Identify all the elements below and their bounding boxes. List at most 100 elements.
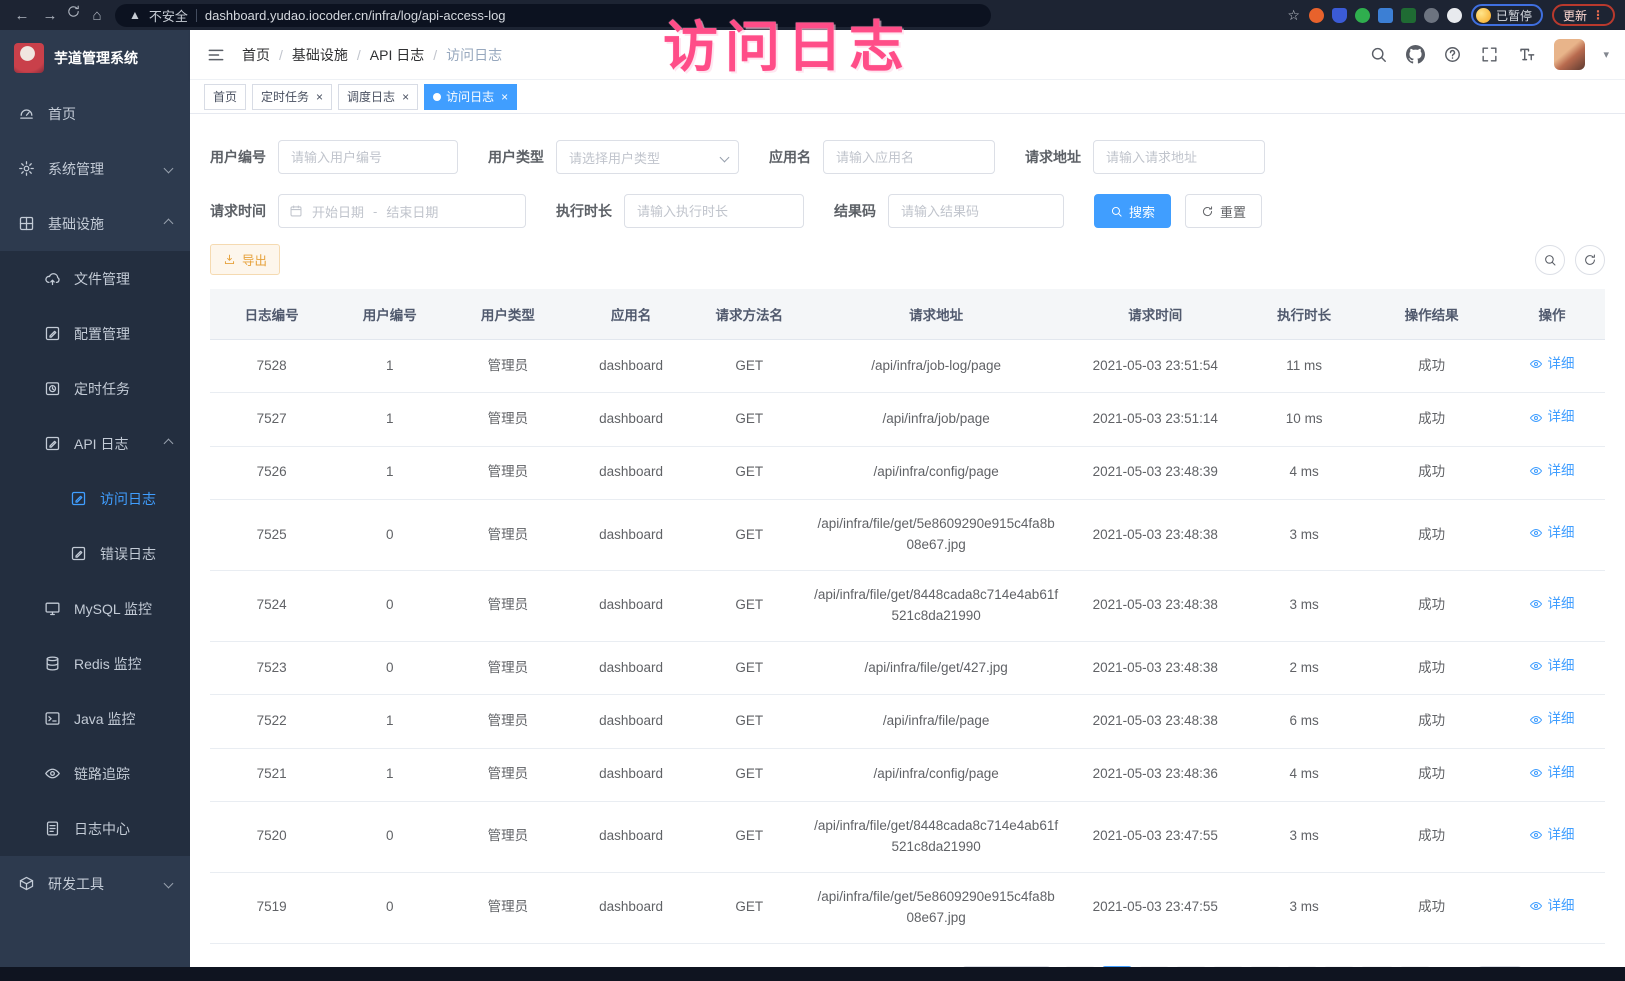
github-icon[interactable]: [1406, 45, 1425, 64]
detail-link[interactable]: 详细: [1529, 709, 1574, 730]
detail-link[interactable]: 详细: [1529, 896, 1574, 917]
breadcrumb-item[interactable]: 首页: [242, 45, 270, 65]
extension-pinwheel-icon[interactable]: [1447, 8, 1462, 23]
detail-link[interactable]: 详细: [1529, 407, 1574, 428]
page-button[interactable]: 4: [1213, 966, 1243, 967]
page-button[interactable]: 753: [1361, 966, 1393, 967]
page-button[interactable]: 5: [1250, 966, 1280, 967]
breadcrumb-item[interactable]: API 日志: [370, 45, 424, 65]
table-row[interactable]: 75261管理员dashboardGET/api/infra/config/pa…: [210, 446, 1605, 499]
tab-home[interactable]: 首页: [204, 84, 246, 110]
tab-cron-job[interactable]: 定时任务×: [252, 84, 332, 110]
table-row[interactable]: 75190管理员dashboardGET/api/infra/file/get/…: [210, 872, 1605, 943]
column-header[interactable]: 操作结果: [1364, 289, 1499, 340]
sidebar-item-system-management[interactable]: 系统管理: [0, 141, 190, 196]
paused-extension-chip[interactable]: 已暂停: [1471, 4, 1543, 26]
caret-down-icon[interactable]: ▾: [1603, 48, 1609, 61]
sidebar-logo-row[interactable]: 芋道管理系统: [0, 30, 190, 86]
extension-orange-icon[interactable]: [1309, 8, 1324, 23]
detail-link[interactable]: 详细: [1529, 461, 1574, 482]
column-header[interactable]: 请求方法名: [693, 289, 806, 340]
tab-job-log[interactable]: 调度日志×: [338, 84, 418, 110]
column-header[interactable]: 请求地址: [806, 289, 1067, 340]
detail-link[interactable]: 详细: [1529, 763, 1574, 784]
detail-link[interactable]: 详细: [1529, 656, 1574, 677]
column-header[interactable]: 请求时间: [1066, 289, 1244, 340]
table-row[interactable]: 75221管理员dashboardGET/api/infra/file/page…: [210, 695, 1605, 748]
sidebar-item-infrastructure[interactable]: 基础设施: [0, 196, 190, 251]
extension-person-icon[interactable]: [1424, 8, 1439, 23]
column-header[interactable]: 应用名: [569, 289, 692, 340]
sidebar-item-scheduled-jobs[interactable]: 定时任务: [0, 361, 190, 416]
more-pages-button[interactable]: ···: [1324, 966, 1354, 967]
extension-shield-icon[interactable]: [1332, 8, 1347, 23]
detail-link[interactable]: 详细: [1529, 354, 1574, 375]
bookmark-star-icon[interactable]: ☆: [1287, 7, 1300, 24]
sidebar-item-mysql-monitor[interactable]: MySQL 监控: [0, 581, 190, 636]
sidebar-item-trace[interactable]: 链路追踪: [0, 746, 190, 801]
user-avatar[interactable]: [1554, 39, 1585, 70]
sidebar-item-error-log[interactable]: 错误日志: [0, 526, 190, 581]
goto-page-input[interactable]: [1478, 966, 1522, 967]
prev-page-button[interactable]: [1065, 966, 1095, 967]
home-icon[interactable]: ⌂: [85, 4, 109, 26]
column-header[interactable]: 用户类型: [446, 289, 569, 340]
close-icon[interactable]: ×: [402, 91, 409, 103]
sidebar-item-java-monitor[interactable]: Java 监控: [0, 691, 190, 746]
date-range-picker[interactable]: 开始日期 - 结束日期: [278, 194, 526, 228]
extension-blue-grid-icon[interactable]: [1378, 8, 1393, 23]
page-button[interactable]: 1: [1102, 966, 1132, 967]
table-row[interactable]: 75240管理员dashboardGET/api/infra/file/get/…: [210, 570, 1605, 641]
app-name-input[interactable]: [823, 140, 995, 174]
reload-icon[interactable]: [66, 4, 81, 19]
page-size-select[interactable]: 10条/页: [962, 966, 1051, 967]
sidebar-item-home[interactable]: 首页: [0, 86, 190, 141]
duration-input[interactable]: [624, 194, 804, 228]
sidebar-item-config-management[interactable]: 配置管理: [0, 306, 190, 361]
sidebar-item-log-center[interactable]: 日志中心: [0, 801, 190, 856]
page-button[interactable]: 2: [1139, 966, 1169, 967]
update-button[interactable]: 更新 ⋮: [1552, 4, 1615, 26]
toggle-search-button[interactable]: [1535, 245, 1565, 275]
table-row[interactable]: 75230管理员dashboardGET/api/infra/file/get/…: [210, 641, 1605, 694]
column-header[interactable]: 日志编号: [210, 289, 333, 340]
close-icon[interactable]: ×: [501, 91, 508, 103]
table-row[interactable]: 75250管理员dashboardGET/api/infra/file/get/…: [210, 500, 1605, 571]
page-button[interactable]: 3: [1176, 966, 1206, 967]
breadcrumb-item[interactable]: 基础设施: [292, 45, 348, 65]
address-bar[interactable]: ▲ 不安全 dashboard.yudao.iocoder.cn/infra/l…: [115, 4, 991, 27]
user-type-select[interactable]: 请选择用户类型: [556, 140, 739, 174]
table-row[interactable]: 75211管理员dashboardGET/api/infra/config/pa…: [210, 748, 1605, 801]
request-url-input[interactable]: [1093, 140, 1265, 174]
table-row[interactable]: 75200管理员dashboardGET/api/infra/file/get/…: [210, 801, 1605, 872]
sidebar-item-redis-monitor[interactable]: Redis 监控: [0, 636, 190, 691]
reset-button[interactable]: 重置: [1185, 194, 1262, 228]
search-button[interactable]: 搜索: [1094, 194, 1171, 228]
tab-access-log[interactable]: 访问日志×: [424, 84, 517, 110]
result-code-input[interactable]: [888, 194, 1064, 228]
sidebar-item-access-log[interactable]: 访问日志: [0, 471, 190, 526]
table-row[interactable]: 75271管理员dashboardGET/api/infra/job/page2…: [210, 393, 1605, 446]
sidebar-item-api-log[interactable]: API 日志: [0, 416, 190, 471]
hamburger-icon[interactable]: [206, 45, 226, 65]
column-header[interactable]: 用户编号: [333, 289, 446, 340]
extension-green-circle-icon[interactable]: [1355, 8, 1370, 23]
search-icon[interactable]: [1369, 45, 1388, 64]
next-page-button[interactable]: [1400, 966, 1430, 967]
sidebar-item-file-management[interactable]: 文件管理: [0, 251, 190, 306]
detail-link[interactable]: 详细: [1529, 825, 1574, 846]
user-id-input[interactable]: [278, 140, 458, 174]
column-header[interactable]: 执行时长: [1244, 289, 1364, 340]
sidebar-item-dev-tools[interactable]: 研发工具: [0, 856, 190, 911]
back-icon[interactable]: ←: [10, 4, 34, 26]
close-icon[interactable]: ×: [316, 91, 323, 103]
detail-link[interactable]: 详细: [1529, 594, 1574, 615]
kebab-menu-icon[interactable]: ⋮: [1592, 8, 1604, 22]
page-button[interactable]: 6: [1287, 966, 1317, 967]
column-header[interactable]: 操作: [1499, 289, 1605, 340]
extension-tampermonkey-icon[interactable]: [1401, 8, 1416, 23]
forward-icon[interactable]: →: [38, 4, 62, 26]
table-row[interactable]: 75281管理员dashboardGET/api/infra/job-log/p…: [210, 340, 1605, 393]
help-icon[interactable]: [1443, 45, 1462, 64]
detail-link[interactable]: 详细: [1529, 523, 1574, 544]
